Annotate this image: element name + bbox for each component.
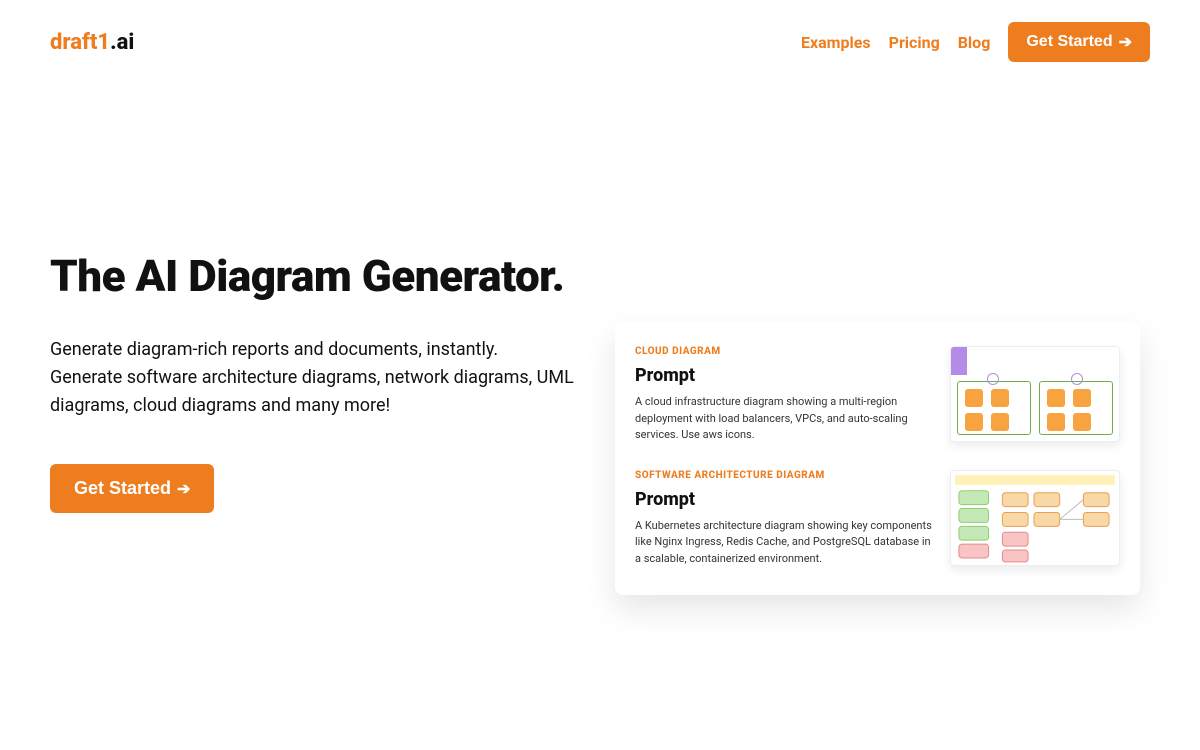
logo[interactable]: draft1.ai bbox=[50, 30, 134, 55]
site-header: draft1.ai Examples Pricing Blog Get Star… bbox=[0, 0, 1200, 62]
hero-sub1: Generate diagram-rich reports and docume… bbox=[50, 336, 575, 364]
hero-get-started-button[interactable]: Get Started ➔ bbox=[50, 464, 214, 513]
logo-part2: .ai bbox=[110, 30, 134, 55]
nav-examples[interactable]: Examples bbox=[801, 33, 871, 52]
arrow-right-icon: ➔ bbox=[177, 479, 190, 499]
architecture-diagram-thumbnail bbox=[950, 470, 1120, 566]
hero-left: The AI Diagram Generator. Generate diagr… bbox=[50, 252, 575, 513]
hero-subtext: Generate diagram-rich reports and docume… bbox=[50, 336, 575, 420]
nav-get-started-label: Get Started bbox=[1026, 33, 1112, 51]
example-title: Prompt bbox=[635, 489, 934, 510]
hero-section: The AI Diagram Generator. Generate diagr… bbox=[0, 62, 1200, 513]
example-architecture: SOFTWARE ARCHITECTURE DIAGRAM Prompt A K… bbox=[635, 470, 1120, 568]
example-desc: A Kubernetes architecture diagram showin… bbox=[635, 518, 934, 568]
arrow-right-icon: ➔ bbox=[1119, 32, 1132, 52]
example-tag: CLOUD DIAGRAM bbox=[635, 346, 934, 357]
examples-card: CLOUD DIAGRAM Prompt A cloud infrastruct… bbox=[615, 322, 1140, 595]
nav-get-started-button[interactable]: Get Started ➔ bbox=[1008, 22, 1150, 62]
example-text: CLOUD DIAGRAM Prompt A cloud infrastruct… bbox=[635, 346, 934, 444]
hero-cta-label: Get Started bbox=[74, 478, 171, 499]
hero-headline: The AI Diagram Generator. bbox=[50, 252, 575, 300]
cloud-diagram-thumbnail bbox=[950, 346, 1120, 442]
nav-blog[interactable]: Blog bbox=[958, 33, 991, 52]
hero-right: CLOUD DIAGRAM Prompt A cloud infrastruct… bbox=[605, 252, 1150, 513]
logo-part1: draft1 bbox=[50, 30, 110, 55]
example-cloud: CLOUD DIAGRAM Prompt A cloud infrastruct… bbox=[635, 346, 1120, 444]
example-text: SOFTWARE ARCHITECTURE DIAGRAM Prompt A K… bbox=[635, 470, 934, 568]
hero-sub2: Generate software architecture diagrams,… bbox=[50, 364, 575, 420]
example-tag: SOFTWARE ARCHITECTURE DIAGRAM bbox=[635, 470, 934, 481]
example-title: Prompt bbox=[635, 365, 934, 386]
top-nav: Examples Pricing Blog Get Started ➔ bbox=[801, 22, 1150, 62]
nav-pricing[interactable]: Pricing bbox=[889, 33, 940, 52]
example-desc: A cloud infrastructure diagram showing a… bbox=[635, 394, 934, 444]
